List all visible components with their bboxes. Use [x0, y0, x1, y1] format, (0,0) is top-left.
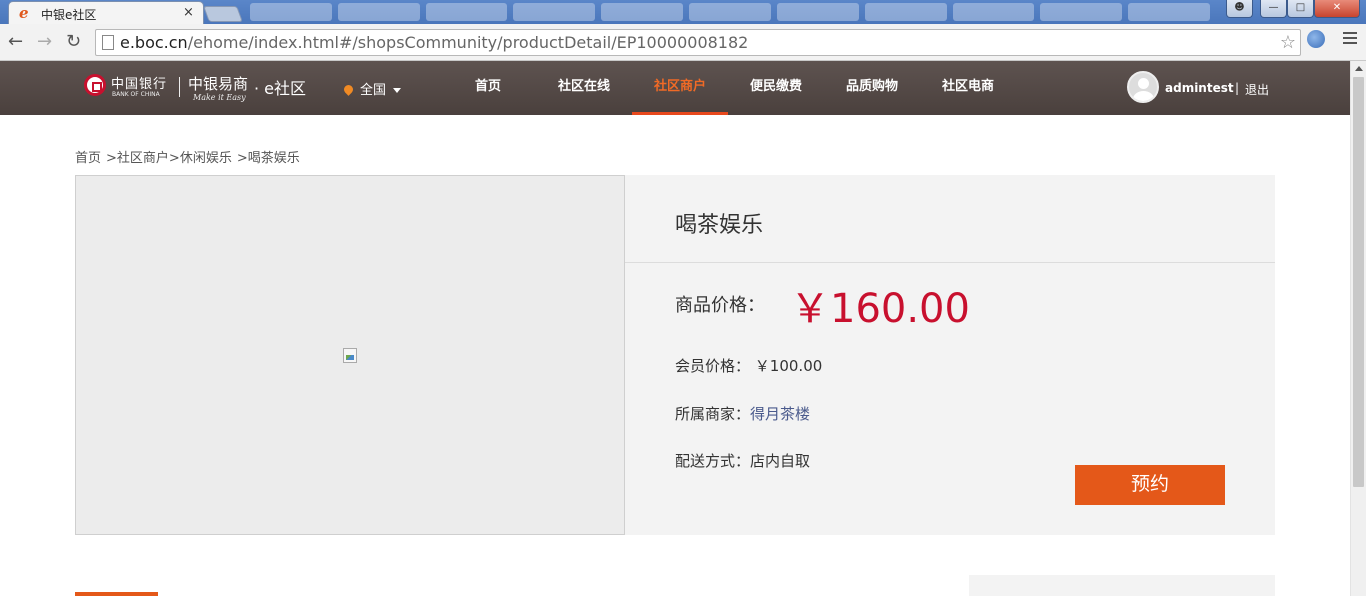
nav-home[interactable]: 首页	[440, 61, 536, 115]
brand-name: 中银易商	[188, 75, 249, 93]
divider	[625, 262, 1275, 263]
background-tab[interactable]	[601, 3, 684, 21]
background-tab[interactable]	[1128, 3, 1210, 21]
scroll-thumb[interactable]	[1353, 77, 1364, 487]
menu-icon[interactable]	[1343, 32, 1357, 47]
member-price-label: 会员价格：	[675, 357, 751, 375]
price-label: 商品价格：	[675, 295, 765, 316]
delivery-label: 配送方式：	[675, 452, 751, 470]
background-tabs	[250, 3, 1210, 21]
boc-logo-icon[interactable]	[84, 74, 106, 96]
background-tab[interactable]	[513, 3, 596, 21]
main-nav: 首页 社区在线 社区商户 便民缴费 品质购物 社区电商	[440, 61, 1016, 115]
user-separator: |	[1235, 81, 1240, 95]
broken-image-icon	[343, 348, 357, 363]
background-tab[interactable]	[1040, 3, 1123, 21]
background-tab[interactable]	[425, 3, 508, 21]
brand-suffix: · e社区	[254, 79, 307, 98]
side-panel	[969, 575, 1275, 596]
username[interactable]: admintest	[1165, 81, 1234, 95]
background-tab[interactable]	[776, 3, 859, 21]
background-tab[interactable]	[689, 3, 771, 21]
minimize-icon[interactable]: —	[1260, 0, 1287, 18]
ie-favicon-icon: e	[19, 4, 29, 22]
location-selector[interactable]: 全国	[342, 79, 402, 98]
merchant-link[interactable]: 得月茶楼	[750, 405, 810, 423]
logout-link[interactable]: 退出	[1245, 81, 1269, 98]
bank-name: 中国银行	[111, 77, 168, 92]
bank-name-en: BANK OF CHINA	[112, 91, 160, 98]
tab-close-icon[interactable]: ×	[183, 5, 194, 20]
background-tab[interactable]	[337, 3, 420, 21]
book-button[interactable]: 预约	[1075, 465, 1225, 505]
detail-tab-indicator[interactable]	[75, 592, 158, 596]
product-image-box	[75, 175, 625, 535]
location-label: 全国	[360, 83, 387, 98]
merchant-row: 所属商家：得月茶楼	[675, 403, 810, 424]
page-scrollbar[interactable]	[1350, 61, 1366, 596]
back-arrow-icon[interactable]: ←	[8, 32, 23, 52]
price-value: ￥160.00	[790, 286, 970, 332]
bookmark-star-icon[interactable]: ☆	[1280, 32, 1296, 53]
product-info-panel: 喝茶娱乐 商品价格： ￥160.00 会员价格： ￥100.00 所属商家：得月…	[625, 175, 1275, 535]
background-tab[interactable]	[952, 3, 1035, 21]
breadcrumb: 首页 >社区商户>休闲娱乐 >喝茶娱乐	[75, 147, 305, 166]
tab-title: 中银e社区	[41, 8, 97, 22]
site-header: 中国银行 BANK OF CHINA 中银易商 Make it Easy · e…	[0, 61, 1350, 115]
location-pin-icon	[342, 83, 355, 96]
breadcrumb-leisure[interactable]: >休闲娱乐	[169, 151, 232, 166]
page-icon	[102, 35, 114, 50]
user-profile-icon[interactable]: ☻	[1226, 0, 1253, 18]
caret-down-icon	[393, 88, 402, 93]
background-tab[interactable]	[864, 3, 947, 21]
breadcrumb-merchants[interactable]: >社区商户	[106, 151, 169, 166]
browser-tab-active[interactable]: e 中银e社区 ×	[8, 1, 204, 25]
background-tab[interactable]	[250, 3, 332, 21]
browser-toolbar: ← → ↻ e.boc.cn/ehome/index.html#/shopsCo…	[0, 24, 1366, 61]
new-tab-button[interactable]	[203, 6, 243, 22]
forward-arrow-icon[interactable]: →	[37, 32, 52, 52]
logo-divider	[179, 77, 180, 97]
nav-community-merchants[interactable]: 社区商户	[632, 61, 728, 115]
delivery-row: 配送方式：店内自取	[675, 450, 810, 471]
user-avatar-icon[interactable]	[1127, 71, 1159, 103]
nav-bill-payment[interactable]: 便民缴费	[728, 61, 824, 115]
merchant-label: 所属商家：	[675, 405, 751, 423]
brand-slogan: Make it Easy	[193, 93, 246, 102]
maximize-icon[interactable]: □	[1287, 0, 1314, 18]
window-close-icon[interactable]: ✕	[1314, 0, 1360, 18]
globe-icon[interactable]	[1307, 30, 1325, 48]
scroll-up-icon[interactable]	[1355, 66, 1363, 71]
member-price-value: ￥100.00	[754, 357, 823, 375]
address-bar[interactable]: e.boc.cn/ehome/index.html#/shopsCommunit…	[95, 29, 1301, 56]
member-price-row: 会员价格： ￥100.00	[675, 355, 822, 376]
nav-community-online[interactable]: 社区在线	[536, 61, 632, 115]
delivery-value: 店内自取	[750, 452, 811, 470]
browser-tab-strip: e 中银e社区 × ☻ — □ ✕	[0, 0, 1366, 25]
breadcrumb-home[interactable]: 首页	[75, 151, 101, 166]
url-text: e.boc.cn/ehome/index.html#/shopsCommunit…	[120, 33, 749, 52]
reload-icon[interactable]: ↻	[66, 32, 81, 52]
nav-quality-shopping[interactable]: 品质购物	[824, 61, 920, 115]
breadcrumb-current: >喝茶娱乐	[236, 151, 300, 166]
product-title: 喝茶娱乐	[675, 213, 764, 238]
nav-community-ecommerce[interactable]: 社区电商	[920, 61, 1016, 115]
